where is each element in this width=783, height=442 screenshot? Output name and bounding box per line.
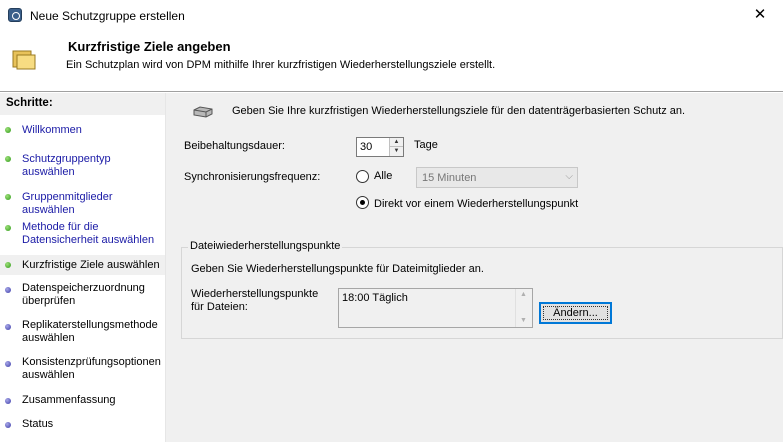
file-recovery-label-1: Wiederherstellungspunkte bbox=[191, 288, 319, 300]
step-pending-icon bbox=[5, 398, 11, 404]
scroll-down-icon[interactable]: ▼ bbox=[520, 317, 527, 324]
steps-heading: Schritte: bbox=[0, 93, 165, 115]
step-datenspeicherzuordnung: Datenspeicherzuordnung überprüfen bbox=[0, 281, 165, 311]
change-schedule-button[interactable]: Ändern... bbox=[539, 302, 612, 324]
file-recovery-description: Geben Sie Wiederherstellungspunkte für D… bbox=[191, 263, 484, 275]
sync-before-recovery-label: Direkt vor einem Wiederherstellungspunkt bbox=[374, 198, 579, 210]
retention-label: Beibehaltungsdauer: bbox=[184, 140, 285, 152]
step-done-icon bbox=[5, 225, 11, 231]
step-label: Konsistenzprüfungsoptionen auswählen bbox=[22, 356, 161, 381]
step-label: Gruppenmitglieder auswählen bbox=[22, 191, 113, 216]
sync-all-radio[interactable] bbox=[356, 170, 369, 183]
dpm-app-icon bbox=[8, 8, 22, 22]
folder-icon bbox=[12, 50, 36, 70]
title-bar: Neue Schutzgruppe erstellen ✕ bbox=[0, 0, 783, 30]
step-done-icon bbox=[5, 156, 11, 162]
step-label: Replikaterstellungsmethode auswählen bbox=[22, 319, 158, 344]
step-label: Status bbox=[22, 418, 54, 430]
close-button[interactable]: ✕ bbox=[737, 0, 783, 30]
step-label: Methode für die Datensicherheit auswähle… bbox=[22, 221, 155, 246]
sync-before-recovery-radio[interactable] bbox=[356, 196, 369, 209]
step-label: Zusammenfassung bbox=[22, 394, 116, 406]
step-done-icon bbox=[5, 127, 11, 133]
recovery-schedule-list[interactable]: 18:00 Täglich ▲ ▼ bbox=[338, 288, 533, 328]
stepper-down-icon[interactable]: ▼ bbox=[390, 147, 403, 156]
step-label: Schutzgruppentyp auswählen bbox=[22, 153, 111, 178]
page-subtitle: Ein Schutzplan wird von DPM mithilfe Ihr… bbox=[66, 59, 496, 71]
retention-stepper[interactable]: 30 ▲ ▼ bbox=[356, 137, 404, 157]
step-pending-icon bbox=[5, 361, 11, 367]
steps-pane: Schritte: Willkommen Schutzgruppentyp au… bbox=[0, 93, 166, 442]
step-pending-icon bbox=[5, 422, 11, 428]
step-label: Willkommen bbox=[22, 124, 82, 136]
chevron-down-icon: ⌵ bbox=[565, 171, 573, 182]
step-current-icon bbox=[5, 262, 11, 268]
schedule-entry: 18:00 Täglich bbox=[342, 292, 408, 304]
frequency-value: 15 Minuten bbox=[422, 172, 477, 184]
step-konsistenzpruefung: Konsistenzprüfungsoptionen auswählen bbox=[0, 355, 165, 385]
intro-text: Geben Sie Ihre kurzfristigen Wiederherst… bbox=[232, 105, 686, 117]
step-gruppenmitglieder[interactable]: Gruppenmitglieder auswählen bbox=[0, 188, 165, 216]
scroll-up-icon[interactable]: ▲ bbox=[520, 291, 527, 298]
step-pending-icon bbox=[5, 324, 11, 330]
step-schutzgruppentyp[interactable]: Schutzgruppentyp auswählen bbox=[0, 150, 165, 178]
step-status: Status bbox=[0, 416, 165, 434]
step-pending-icon bbox=[5, 287, 11, 293]
list-scrollbar[interactable]: ▲ ▼ bbox=[515, 289, 532, 327]
step-label: Kurzfristige Ziele auswählen bbox=[22, 259, 160, 271]
focus-rect bbox=[543, 306, 608, 320]
step-done-icon bbox=[5, 194, 11, 200]
page-title: Kurzfristige Ziele angeben bbox=[68, 39, 231, 54]
step-willkommen[interactable]: Willkommen bbox=[0, 121, 165, 139]
file-recovery-group-title: Dateiwiederherstellungspunkte bbox=[188, 240, 343, 252]
retention-unit: Tage bbox=[414, 139, 438, 151]
frequency-select: 15 Minuten ⌵ bbox=[416, 167, 578, 188]
retention-value[interactable]: 30 bbox=[360, 141, 372, 153]
file-recovery-label-2: für Dateien: bbox=[191, 301, 248, 313]
stepper-arrows[interactable]: ▲ ▼ bbox=[389, 138, 403, 156]
window-title: Neue Schutzgruppe erstellen bbox=[30, 9, 185, 23]
disk-icon bbox=[193, 106, 213, 118]
wizard-header: Kurzfristige Ziele angeben Ein Schutzpla… bbox=[0, 30, 783, 91]
sync-all-label: Alle bbox=[374, 170, 393, 182]
stepper-up-icon[interactable]: ▲ bbox=[390, 138, 403, 147]
sync-label: Synchronisierungsfrequenz: bbox=[184, 171, 321, 183]
main-panel: Geben Sie Ihre kurzfristigen Wiederherst… bbox=[166, 93, 783, 442]
step-zusammenfassung: Zusammenfassung bbox=[0, 392, 165, 410]
step-kurzfristige-ziele[interactable]: Kurzfristige Ziele auswählen bbox=[0, 255, 165, 275]
step-methode-datensicherheit[interactable]: Methode für die Datensicherheit auswähle… bbox=[0, 219, 165, 249]
step-replikaterstellungsmethode: Replikaterstellungsmethode auswählen bbox=[0, 318, 165, 348]
step-label: Datenspeicherzuordnung überprüfen bbox=[22, 282, 145, 307]
